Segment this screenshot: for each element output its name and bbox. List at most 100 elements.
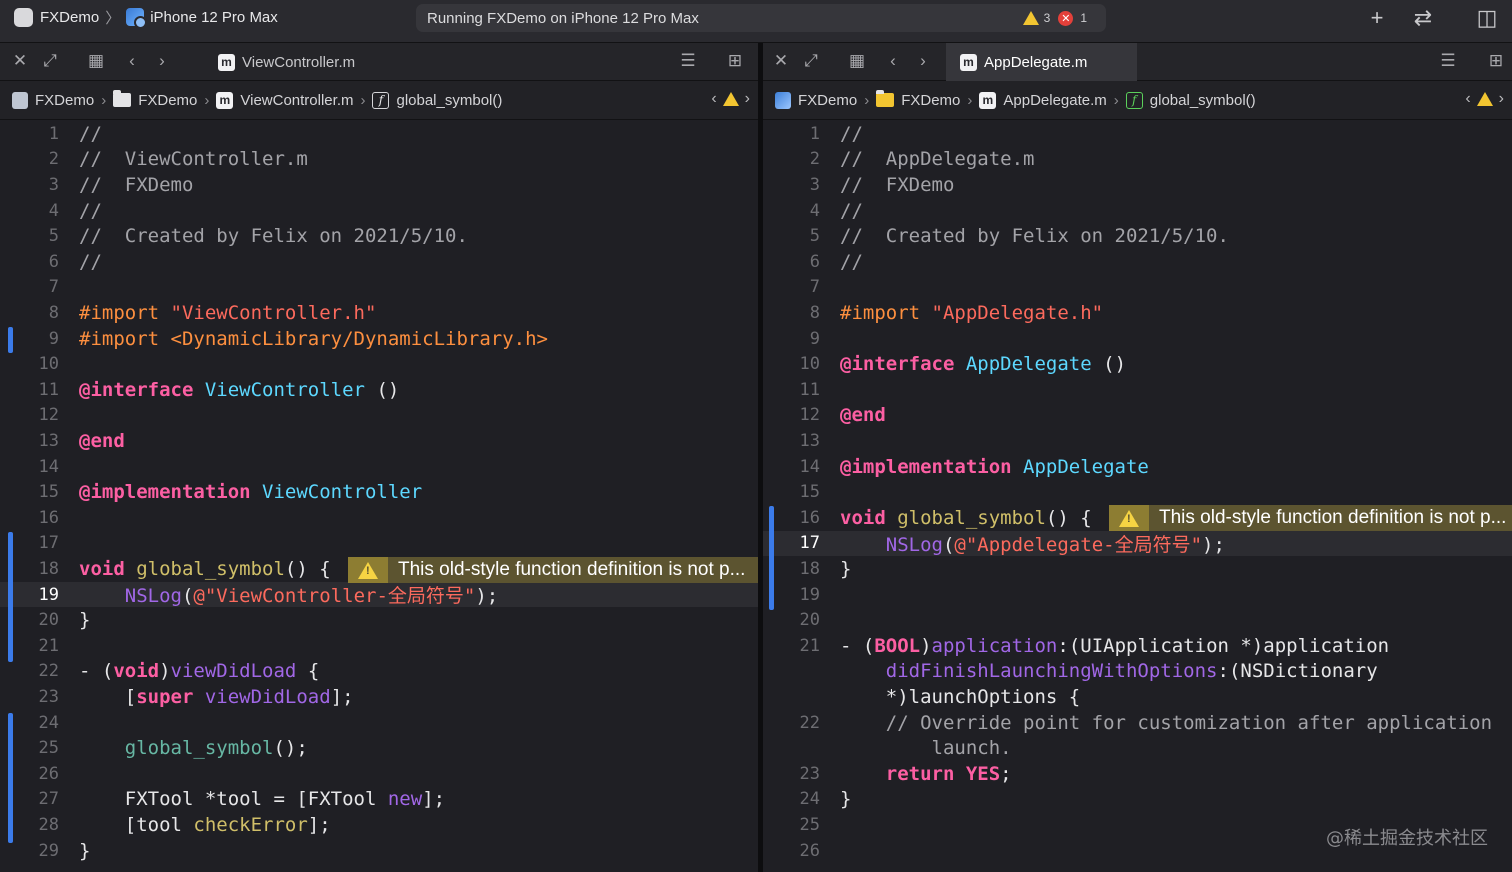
line-number[interactable]: 29 (0, 841, 59, 861)
scheme-selector[interactable]: FXDemo 〉 iPhone 12 Pro Max (14, 6, 278, 29)
code-line[interactable]: 2 // ViewController.m (0, 147, 758, 173)
code-line[interactable]: 21 (0, 633, 758, 659)
breadcrumb-symbol[interactable]: global_symbol() (396, 92, 502, 109)
line-number[interactable]: 5 (763, 226, 820, 246)
add-button[interactable]: + (1364, 5, 1390, 30)
breadcrumb-file[interactable]: AppDelegate.m (1003, 92, 1106, 109)
line-number[interactable]: 8 (0, 303, 59, 323)
code-line[interactable]: 24 (0, 710, 758, 736)
code-line[interactable]: 19 NSLog(@"ViewController-全局符号"); (0, 581, 758, 608)
tab-viewcontroller[interactable]: m ViewController.m (204, 43, 369, 81)
previous-issue-icon[interactable]: ‹ (711, 90, 716, 108)
line-number[interactable]: 6 (0, 252, 59, 272)
line-number[interactable]: 14 (0, 457, 59, 477)
code-line[interactable]: 15 (763, 479, 1512, 505)
back-icon[interactable]: ‹ (121, 50, 143, 72)
warning-icon[interactable] (1476, 92, 1493, 106)
code-line[interactable]: 20 (763, 607, 1512, 633)
code-line[interactable]: 4 // (0, 198, 758, 224)
code-line[interactable]: 10 @interface AppDelegate () (763, 351, 1512, 377)
back-icon[interactable]: ‹ (882, 50, 904, 72)
related-items-icon[interactable]: ▦ (85, 50, 107, 72)
line-number[interactable]: 3 (0, 175, 59, 195)
previous-issue-icon[interactable]: ‹ (1465, 90, 1470, 108)
activity-viewer[interactable]: Running FXDemo on iPhone 12 Pro Max 3 ✕ … (416, 4, 1106, 32)
line-number[interactable]: 9 (763, 329, 820, 349)
code-line[interactable]: 12 @end (763, 403, 1512, 429)
code-line[interactable]: 22 - (void)viewDidLoad { (0, 659, 758, 685)
line-number[interactable]: 23 (0, 687, 59, 707)
code-line[interactable]: 9 #import <DynamicLibrary/DynamicLibrary.… (0, 326, 758, 352)
code-line[interactable]: didFinishLaunchingWithOptions:(NSDiction… (763, 659, 1512, 685)
code-line[interactable]: 22 // Override point for customization a… (763, 710, 1512, 736)
line-number[interactable]: 20 (763, 610, 820, 630)
warning-count[interactable]: 3 (1044, 11, 1051, 25)
code-line[interactable]: 6 // (763, 249, 1512, 275)
code-line[interactable]: 26 (0, 761, 758, 787)
code-line[interactable]: 18} (763, 556, 1512, 582)
line-number[interactable]: 12 (0, 405, 59, 425)
warning-icon[interactable] (722, 92, 739, 106)
code-line[interactable]: 5 // Created by Felix on 2021/5/10. (0, 223, 758, 249)
code-line[interactable]: 20} (0, 607, 758, 633)
code-line[interactable]: 29} (0, 838, 758, 864)
breadcrumb-symbol[interactable]: global_symbol() (1150, 92, 1256, 109)
code-line[interactable]: *)launchOptions { (763, 684, 1512, 710)
code-line[interactable]: 25 global_symbol(); (0, 735, 758, 761)
code-line[interactable]: 23 [super viewDidLoad]; (0, 684, 758, 710)
inspector-toggle-icon[interactable]: ◫ (1474, 5, 1500, 30)
inline-issue-banner[interactable]: This old-style function definition is no… (348, 557, 758, 583)
code-line[interactable]: 11 (763, 377, 1512, 403)
code-line[interactable]: 4 // (763, 198, 1512, 224)
code-line[interactable]: 14 @implementation AppDelegate (763, 454, 1512, 480)
warning-icon[interactable] (1022, 11, 1039, 25)
tab-appdelegate[interactable]: m AppDelegate.m (946, 43, 1137, 81)
related-items-icon[interactable]: ▦ (846, 50, 868, 72)
line-number[interactable]: 2 (0, 149, 59, 169)
code-line[interactable]: 2 // AppDelegate.m (763, 147, 1512, 173)
error-count[interactable]: 1 (1080, 11, 1087, 25)
inline-issue-banner[interactable]: This old-style function definition is no… (1109, 505, 1512, 531)
code-line[interactable]: 7 (763, 275, 1512, 301)
expand-icon[interactable]: ⤢ (800, 50, 822, 72)
line-number[interactable]: 4 (0, 201, 59, 221)
line-number[interactable]: 1 (0, 124, 59, 144)
add-editor-icon[interactable]: ⊞ (724, 50, 746, 72)
line-number[interactable]: 22 (0, 661, 59, 681)
code-line[interactable]: 6 // (0, 249, 758, 275)
line-number[interactable]: 22 (763, 713, 820, 733)
code-line[interactable]: 7 (0, 275, 758, 301)
line-number[interactable]: 6 (763, 252, 820, 272)
forward-icon[interactable]: › (912, 50, 934, 72)
line-number[interactable]: 11 (763, 380, 820, 400)
add-editor-icon[interactable]: ⊞ (1485, 50, 1507, 72)
code-line[interactable]: 13 (763, 428, 1512, 454)
code-line[interactable]: 24} (763, 787, 1512, 813)
code-line[interactable]: 1 // (763, 121, 1512, 147)
line-number[interactable]: 13 (763, 431, 820, 451)
line-number[interactable]: 7 (763, 277, 820, 297)
code-line[interactable]: 3 // FXDemo (0, 172, 758, 198)
line-number[interactable]: 3 (763, 175, 820, 195)
code-line[interactable]: 15 @implementation ViewController (0, 479, 758, 505)
code-line[interactable]: 8 #import "AppDelegate.h" (763, 300, 1512, 326)
line-number[interactable]: 11 (0, 380, 59, 400)
code-line[interactable]: 9 (763, 326, 1512, 352)
breadcrumb-project[interactable]: FXDemo (798, 92, 857, 109)
code-line[interactable]: 5 // Created by Felix on 2021/5/10. (763, 223, 1512, 249)
line-number[interactable]: 26 (763, 841, 820, 861)
error-icon[interactable]: ✕ (1058, 10, 1074, 26)
line-number[interactable]: 24 (763, 789, 820, 809)
code-line[interactable]: launch. (763, 735, 1512, 761)
code-line[interactable]: 8 #import "ViewController.h" (0, 300, 758, 326)
code-line[interactable]: 23 return YES; (763, 761, 1512, 787)
code-line[interactable]: 27 FXTool *tool = [FXTool new]; (0, 787, 758, 813)
line-number[interactable]: 15 (0, 482, 59, 502)
code-line[interactable]: 21 - (BOOL)application:(UIApplication *)a… (763, 633, 1512, 659)
line-number[interactable]: 25 (763, 815, 820, 835)
breadcrumb-group[interactable]: FXDemo (138, 92, 197, 109)
close-editor-icon[interactable]: ✕ (9, 50, 31, 72)
code-review-toggle-icon[interactable]: ⇄ (1410, 5, 1436, 30)
code-line[interactable]: 10 (0, 351, 758, 377)
next-issue-icon[interactable]: › (745, 90, 750, 108)
